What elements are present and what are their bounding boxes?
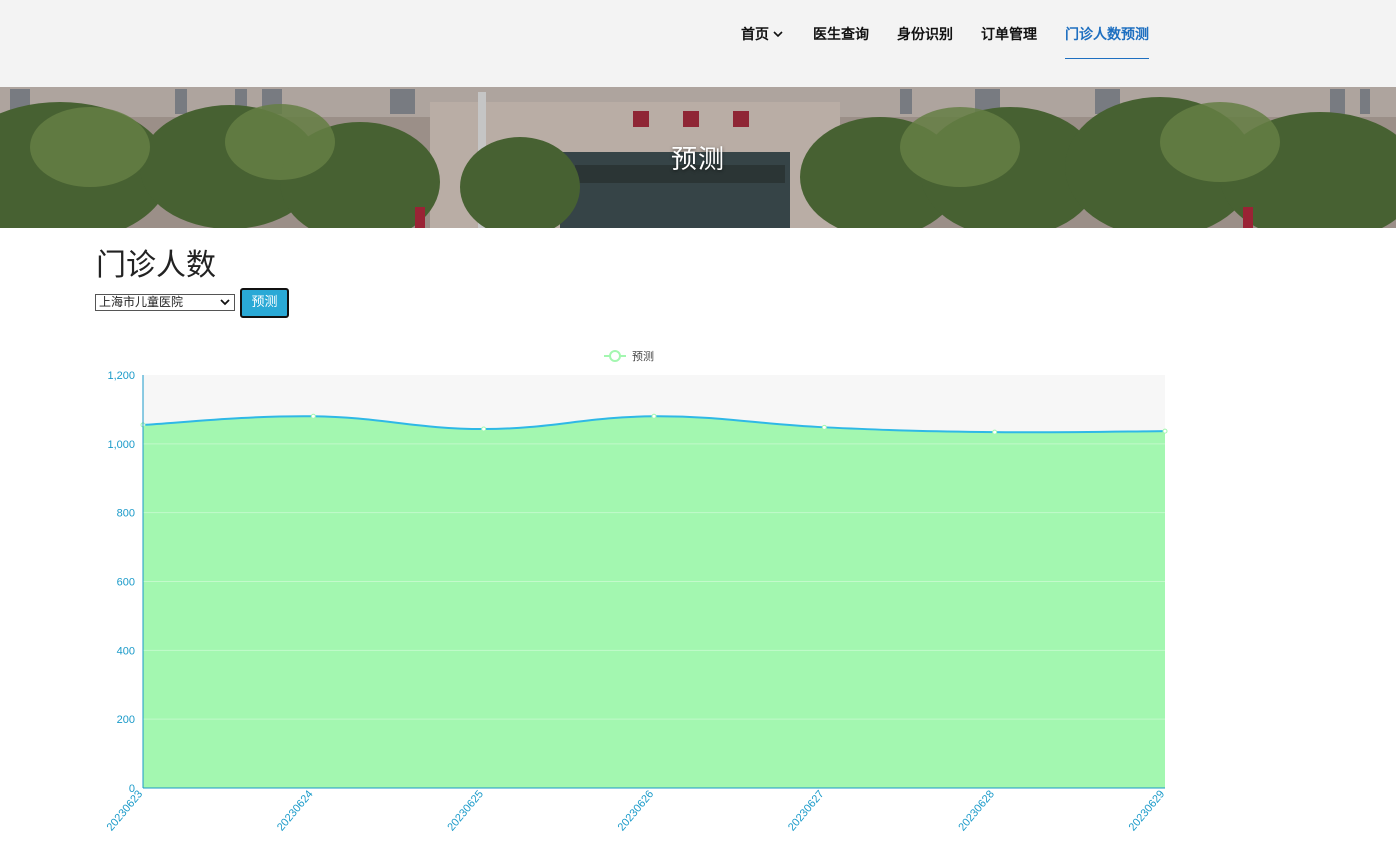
y-tick-label: 800 [117,508,135,520]
nav-item-orders[interactable]: 订单管理 [981,26,1037,58]
legend-label: 预测 [632,350,654,363]
hospital-select-value: 上海市儿童医院 [99,295,184,309]
page-title: 门诊人数 [96,248,216,283]
top-navbar: 首页 医生查询 身份识别 订单管理 门诊人数预测 [0,0,1396,87]
data-point [821,424,827,430]
series-area-prediction [143,416,1165,788]
legend-marker [609,350,621,362]
x-tick-label: 20230629 [1127,788,1168,833]
chevron-down-icon [220,299,230,306]
chevron-down-icon [773,31,783,38]
nav-item-label: 医生查询 [813,27,869,43]
data-point [481,426,487,432]
data-point [651,413,657,419]
nav-item-doctor-search[interactable]: 医生查询 [813,26,869,58]
nav-item-outpatient-prediction[interactable]: 门诊人数预测 [1065,26,1149,59]
nav-item-label: 身份识别 [897,27,953,43]
y-tick-label: 400 [117,645,135,657]
x-tick-label: 20230625 [445,788,486,833]
outpatient-forecast-chart: 02004006008001,0001,20020230623 20230624 2… [105,350,1168,833]
main-nav: 首页 医生查询 身份识别 订单管理 门诊人数预测 [0,0,1396,87]
x-tick-label: 20230628 [956,788,997,833]
nav-item-home[interactable]: 首页 [741,26,784,58]
hero-banner: 预测 [0,87,1396,228]
y-tick-label: 200 [117,714,135,726]
y-tick-label: 1,200 [107,370,135,382]
nav-item-identity[interactable]: 身份识别 [897,26,953,58]
x-tick-label: 20230624 [275,788,316,833]
nav-item-label: 订单管理 [981,27,1037,43]
nav-item-label: 首页 [741,27,769,43]
hospital-select[interactable]: 上海市儿童医院 [95,294,235,311]
y-tick-label: 1,000 [107,439,135,451]
predict-button[interactable]: 预测 [240,288,289,318]
hero-title: 预测 [670,145,725,175]
data-point [992,429,998,435]
data-point [310,413,316,419]
nav-item-label: 门诊人数预测 [1065,27,1149,43]
x-tick-label: 20230626 [616,788,657,833]
x-tick-label: 20230627 [786,788,827,833]
data-point [1162,428,1168,434]
y-tick-label: 600 [117,577,135,589]
x-tick-label: 20230623 [105,788,146,833]
